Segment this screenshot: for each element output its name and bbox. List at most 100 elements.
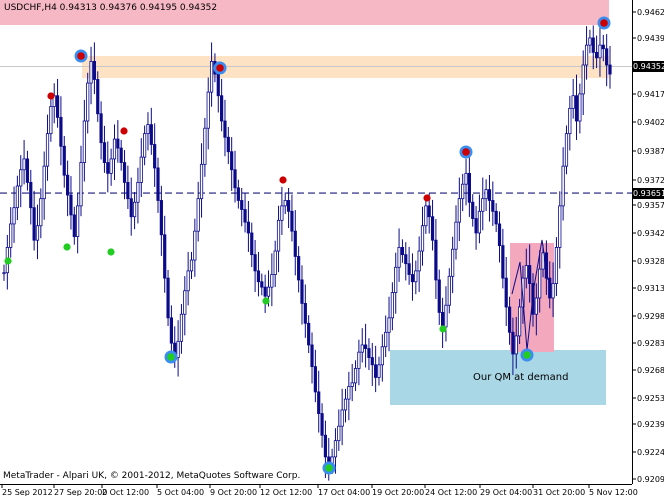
y-tick-label: 0.92980 [637,312,664,321]
swing-ring-core [523,351,531,359]
candle-body [313,366,317,393]
candle-body [487,189,492,201]
candle-body [189,259,194,272]
candle-body [25,158,30,183]
candle-body [484,189,488,200]
candle-body [22,158,26,171]
candle-body [427,205,431,218]
candle-body [156,167,160,201]
candle-body [461,183,465,200]
chart-footer: MetaTrader - Alpari UK, © 2001-2012, Met… [3,471,301,481]
candle-body [333,440,338,458]
candle-body [601,44,605,50]
candle-body [280,205,284,221]
candle-body [605,48,609,66]
swing-ring-core [325,464,333,472]
candle-body [55,95,60,118]
candle-body [584,44,589,66]
swing-low-marker [439,325,447,333]
candle-body [424,205,428,227]
y-tick-label: 0.93875 [637,147,664,156]
candle-body [454,221,458,250]
x-tick-label: 5 Oct 04:00 [157,488,204,496]
candle-body [273,250,277,275]
candle-body [226,136,230,153]
x-tick-label: 5 Nov 12:00 [589,488,638,496]
x-tick-label: 19 Oct 20:00 [372,488,424,496]
candle-body [387,317,391,333]
swing-ring-core [216,64,224,72]
swing-high-marker [120,127,128,135]
candle-body [374,364,378,378]
swing-low-marker [262,297,270,305]
y-tick-label: 0.92685 [637,366,664,375]
x-tick-label: 2 Oct 12:00 [102,488,149,496]
candle-body [297,256,301,281]
candle-body [260,281,264,288]
y-tick-label: 0.92390 [637,420,664,429]
candle-body [574,95,579,122]
x-tick-label: 24 Oct 12:00 [425,488,477,496]
candle-body [19,169,23,187]
candle-body [444,304,448,328]
swing-high-marker [47,92,55,100]
candle-body [420,225,425,252]
x-tick-label: 31 Oct 20:00 [533,488,585,496]
candle-body [581,64,585,95]
candle-body [343,398,348,411]
candle-body [286,200,291,212]
candle-body [598,44,602,59]
x-tick-label: 17 Oct 04:00 [318,488,370,496]
candle-body [263,286,267,297]
swing-ring-core [462,148,470,156]
candle-body [447,275,451,306]
candle-body [564,133,569,167]
candle-body [548,277,552,299]
price-chart[interactable]: 0.94625 0.94395 0.94175 0.94020 0.93875 0.937… [0,0,664,496]
candle-body [62,145,66,176]
candle-body [193,230,197,261]
candle-body [112,138,117,160]
chart-window[interactable]: 0.94625 0.94395 0.94175 0.94020 0.93875 0.937… [0,0,664,496]
candle-body [464,172,468,185]
swing-ring-core [167,353,175,361]
candle-body [300,279,304,304]
candle-body [578,93,582,122]
candle-body [136,182,140,203]
candle-body [591,37,595,53]
swing-ring-core [77,52,85,60]
candle-body [122,162,127,183]
candle-body [595,51,599,59]
candle-body [76,205,80,237]
candle-body [72,214,76,237]
candle-body [179,313,184,342]
candle-body [216,73,220,97]
candle-body [340,409,344,427]
y-tick-label: 0.93725 [637,176,664,185]
candle-body [253,254,257,272]
candle-body [347,386,351,400]
candle-body [99,113,103,144]
candle-body [35,225,40,241]
candle-body [404,254,408,265]
candle-body [518,306,522,337]
candle-body [477,210,482,234]
candle-body [243,209,247,223]
swing-high-marker [279,176,287,184]
candle-body [363,344,368,349]
candle-body [32,207,36,241]
candle-body [186,270,190,292]
candle-body [323,434,328,458]
candle-body [410,274,415,283]
candle-body [206,91,210,129]
swing-low-marker [4,257,12,265]
candle-body [42,165,46,200]
candle-body [400,247,405,256]
candle-body [240,200,244,210]
candle-body [276,219,281,252]
candle-body [176,340,180,358]
candle-body [353,368,358,384]
candle-body [534,297,538,315]
candle-body [79,162,83,207]
candle-body [45,133,50,167]
